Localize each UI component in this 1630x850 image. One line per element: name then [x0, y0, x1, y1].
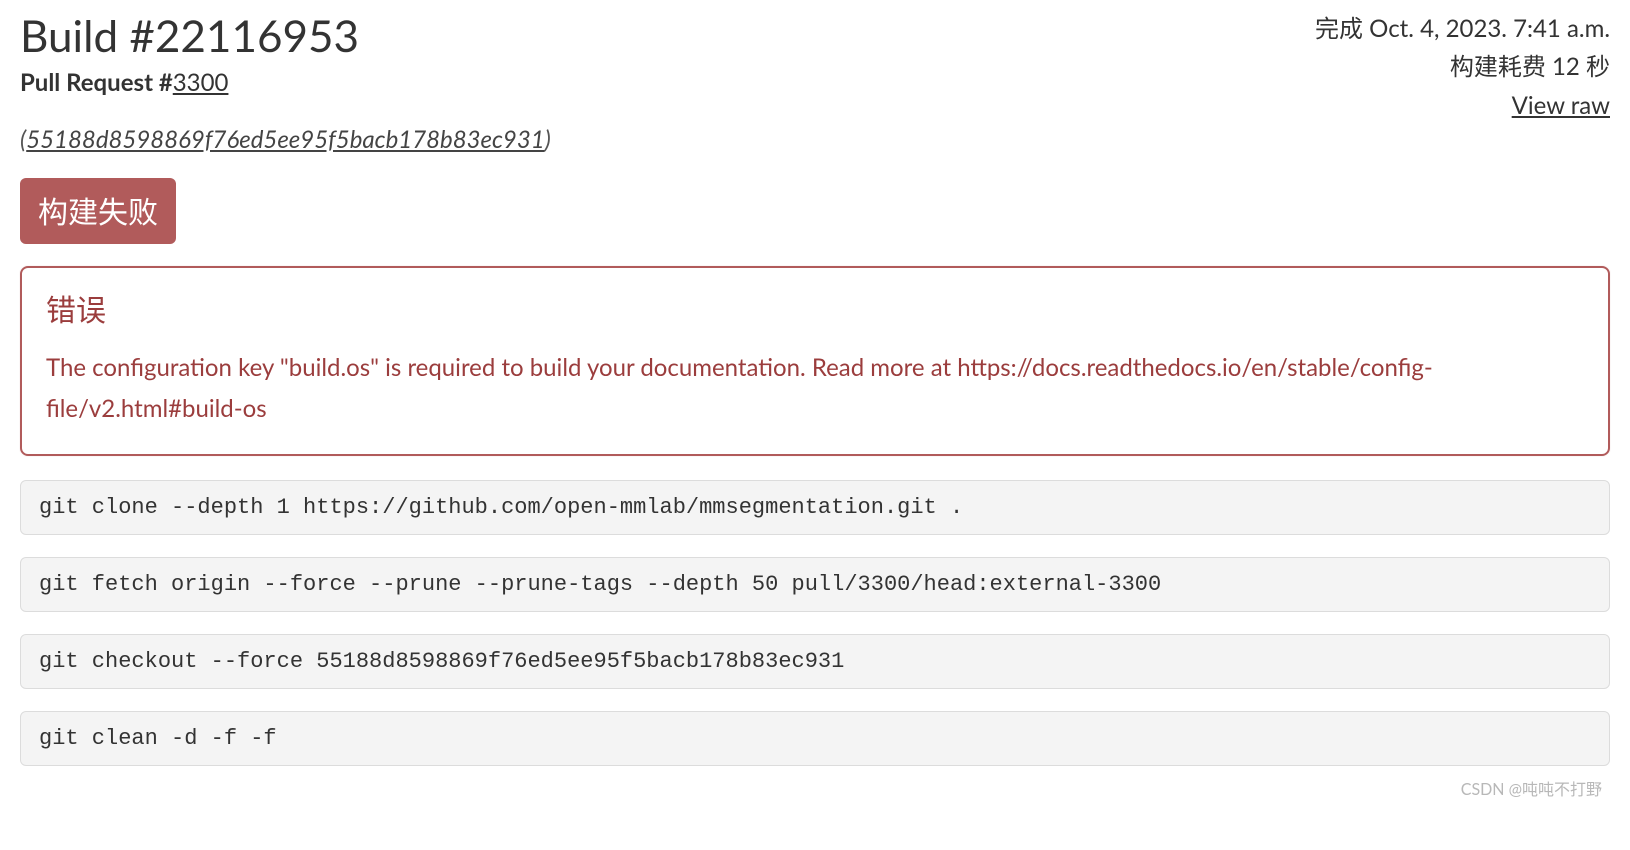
error-message: The configuration key "build.os" is requ…	[46, 348, 1584, 430]
commit-hash-link[interactable]: 55188d8598869f76ed5ee95f5bacb178b83ec931	[26, 125, 544, 154]
command-line[interactable]: git checkout --force 55188d8598869f76ed5…	[20, 634, 1610, 689]
pr-link[interactable]: 3300	[173, 68, 229, 97]
pr-prefix: Pull Request #	[20, 68, 173, 97]
error-box: 错误 The configuration key "build.os" is r…	[20, 266, 1610, 456]
duration-text: 构建耗费 12 秒	[1315, 48, 1610, 86]
error-title: 错误	[46, 286, 1584, 330]
build-title: Build #22116953	[20, 10, 1315, 62]
commit-hash-line: (55188d8598869f76ed5ee95f5bacb178b83ec93…	[20, 125, 1610, 154]
build-status-badge: 构建失败	[20, 178, 176, 244]
completed-text: 完成 Oct. 4, 2023. 7:41 a.m.	[1315, 10, 1610, 48]
command-line[interactable]: git clone --depth 1 https://github.com/o…	[20, 480, 1610, 535]
view-raw-link[interactable]: View raw	[1512, 91, 1610, 120]
command-line[interactable]: git clean -d -f -f	[20, 711, 1610, 766]
watermark: CSDN @吨吨不打野	[1461, 776, 1602, 800]
pr-line: Pull Request #3300	[20, 68, 1315, 97]
command-line[interactable]: git fetch origin --force --prune --prune…	[20, 557, 1610, 612]
